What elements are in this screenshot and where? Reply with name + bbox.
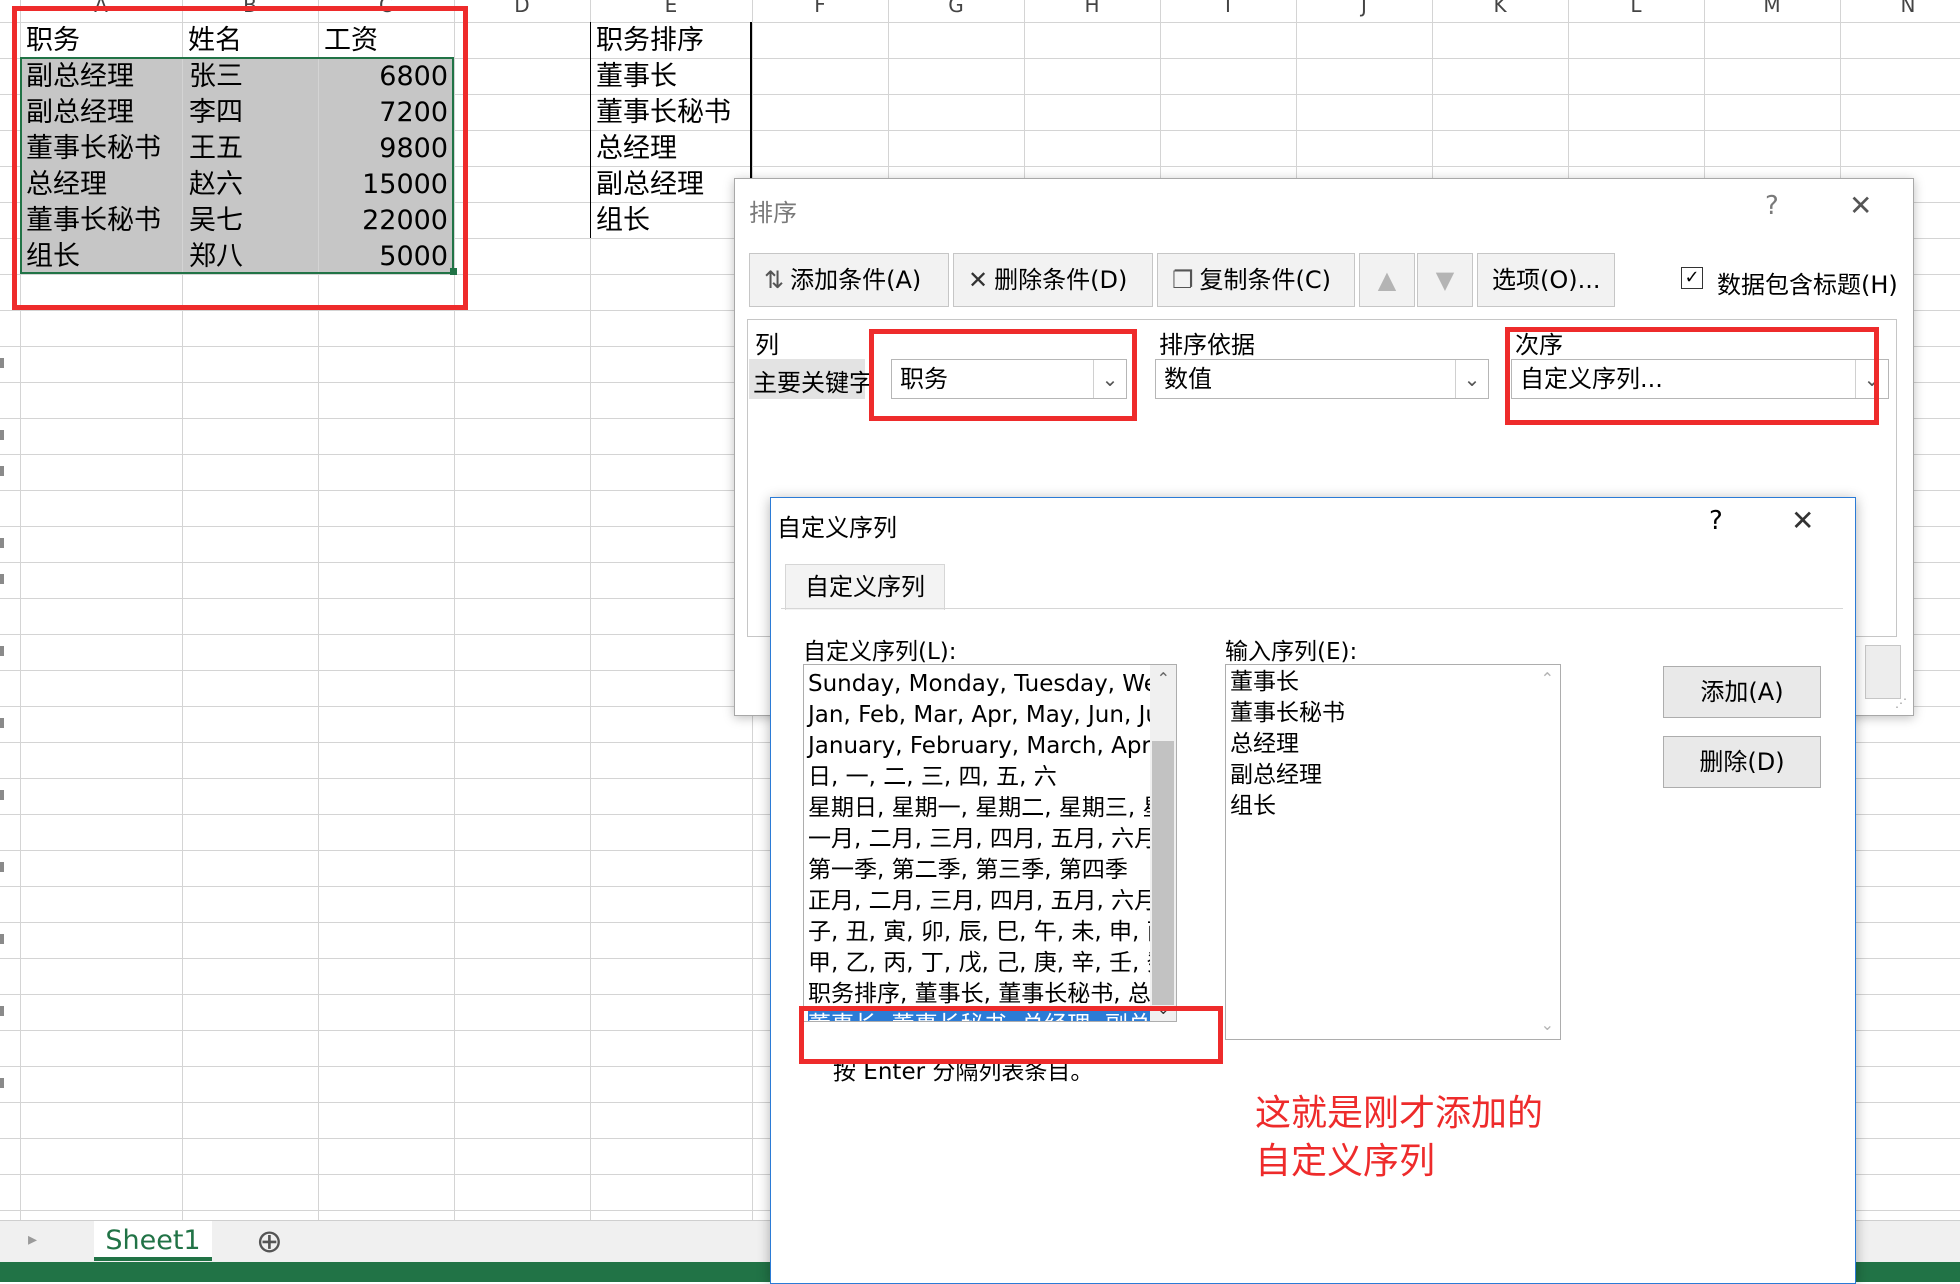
row-header-mark — [0, 358, 4, 368]
list-item[interactable]: Sunday, Monday, Tuesday, Wed — [808, 669, 1172, 700]
col-header-d[interactable]: D — [454, 0, 590, 22]
sort-on-select[interactable]: 数值 ⌄ — [1155, 359, 1489, 399]
delete-x-icon: ✕ — [968, 266, 989, 294]
cell-e1[interactable]: 职务排序 — [590, 22, 752, 58]
entry-line: 组长 — [1230, 793, 1276, 819]
row-header-mark — [0, 718, 4, 728]
help-icon[interactable]: ? — [1709, 506, 1723, 536]
col-header-n[interactable]: N — [1840, 0, 1960, 22]
tab-custom-lists[interactable]: 自定义序列 — [785, 564, 945, 610]
row-header-mark — [0, 466, 4, 476]
custom-lists-label: 自定义序列(L): — [803, 639, 957, 665]
tab-divider — [781, 608, 1843, 609]
col-header-l[interactable]: L — [1568, 0, 1704, 22]
has-headers-label: 数据包含标题(H) — [1717, 271, 1898, 299]
list-item[interactable]: 一月, 二月, 三月, 四月, 五月, 六月, — [808, 824, 1164, 855]
row-header-mark — [0, 1006, 4, 1016]
entry-line: 董事长 — [1230, 669, 1299, 695]
row-header-mark — [0, 430, 4, 440]
annotation-line2: 自定义序列 — [1255, 1141, 1436, 1182]
add-button[interactable]: 添加(A) — [1663, 666, 1821, 718]
list-entries-textbox[interactable]: 董事长 董事长秘书 总经理 副总经理 组长 ⌃ ⌄ — [1225, 664, 1561, 1040]
chevron-down-icon: ⌄ — [1455, 360, 1488, 398]
col-header-e[interactable]: E — [590, 0, 752, 22]
scroll-up-icon[interactable]: ⌃ — [1157, 669, 1170, 688]
row-header-mark — [0, 934, 4, 944]
custom-lists-listbox[interactable]: Sunday, Monday, Tuesday, Wed Jan, Feb, M… — [803, 664, 1177, 1022]
row-header-mark — [0, 1078, 4, 1088]
col-header-g[interactable]: G — [888, 0, 1024, 22]
tab-scroll-left-icon[interactable]: ▸ — [28, 1229, 37, 1250]
delete-condition-label: 删除条件(D) — [994, 266, 1128, 294]
sheet-tab-sheet1[interactable]: Sheet1 — [94, 1221, 212, 1261]
close-icon[interactable]: ✕ — [1849, 189, 1872, 222]
delete-button[interactable]: 删除(D) — [1663, 736, 1821, 788]
col-header-m[interactable]: M — [1704, 0, 1840, 22]
primary-key-label: 主要关键字 — [753, 369, 873, 397]
highlight-box-new-list — [799, 1006, 1223, 1064]
help-icon[interactable]: ? — [1765, 191, 1779, 221]
add-condition-button[interactable]: ⇅ 添加条件(A) — [749, 253, 949, 307]
highlight-box-table — [12, 6, 468, 310]
list-item[interactable]: 甲, 乙, 丙, 丁, 戊, 己, 庚, 辛, 壬, 癸 — [808, 948, 1170, 979]
resize-grip-icon[interactable]: ⋰ — [1895, 697, 1907, 709]
list-item[interactable]: 子, 丑, 寅, 卯, 辰, 巳, 午, 未, 申, 酉, — [808, 917, 1176, 948]
options-button[interactable]: 选项(O)... — [1477, 253, 1615, 307]
cell-e2[interactable]: 董事长 — [590, 58, 752, 94]
lists-scrollbar-thumb[interactable] — [1152, 741, 1174, 1005]
list-entries-label: 输入序列(E): — [1225, 639, 1358, 665]
copy-icon: ❐ — [1172, 266, 1194, 294]
row-header-mark — [0, 538, 4, 548]
row-header-mark — [0, 574, 4, 584]
cell-e4[interactable]: 总经理 — [590, 130, 752, 166]
sort-on-header: 排序依据 — [1159, 331, 1255, 359]
custom-list-dialog: 自定义序列 ? ✕ 自定义序列 自定义序列(L): 输入序列(E): Sunda… — [770, 497, 1856, 1284]
scroll-up-icon[interactable]: ⌃ — [1541, 669, 1554, 688]
highlight-box-column — [869, 329, 1137, 421]
add-condition-label: 添加条件(A) — [790, 266, 922, 294]
col-header-j[interactable]: J — [1296, 0, 1432, 22]
cell-e6[interactable]: 组长 — [590, 202, 752, 238]
col-header-k[interactable]: K — [1432, 0, 1568, 22]
entry-line: 副总经理 — [1230, 762, 1322, 788]
annotation-line1: 这就是刚才添加的 — [1255, 1093, 1544, 1134]
custom-list-dialog-title: 自定义序列 — [777, 514, 897, 542]
ok-button-fragment[interactable] — [1865, 645, 1901, 699]
column-header: 列 — [755, 331, 779, 359]
move-down-button[interactable]: ▼ — [1417, 253, 1473, 307]
entry-line: 总经理 — [1230, 731, 1299, 757]
add-sheet-icon[interactable]: ⊕ — [256, 1223, 283, 1259]
add-sort-icon: ⇅ — [764, 266, 785, 294]
list-item[interactable]: January, February, March, April, — [808, 731, 1171, 762]
row-header-mark — [0, 862, 4, 872]
copy-condition-label: 复制条件(C) — [1199, 266, 1331, 294]
row-header-mark — [0, 790, 4, 800]
row-header-mark — [0, 646, 4, 656]
list-item[interactable]: Jan, Feb, Mar, Apr, May, Jun, Jul — [808, 700, 1166, 731]
list-item[interactable]: 星期日, 星期一, 星期二, 星期三, 星 — [808, 793, 1166, 824]
list-item[interactable]: 日, 一, 二, 三, 四, 五, 六 — [808, 762, 1057, 793]
list-item[interactable]: 正月, 二月, 三月, 四月, 五月, 六月, — [808, 886, 1164, 917]
cell-e5[interactable]: 副总经理 — [590, 166, 752, 202]
close-icon[interactable]: ✕ — [1791, 504, 1814, 537]
cell-e3[interactable]: 董事长秘书 — [590, 94, 752, 130]
list-item[interactable]: 第一季, 第二季, 第三季, 第四季 — [808, 855, 1128, 886]
scroll-down-icon[interactable]: ⌄ — [1541, 1015, 1554, 1034]
copy-condition-button[interactable]: ❐ 复制条件(C) — [1157, 253, 1355, 307]
col-header-f[interactable]: F — [752, 0, 888, 22]
highlight-box-order — [1505, 327, 1879, 425]
delete-condition-button[interactable]: ✕ 删除条件(D) — [953, 253, 1153, 307]
sort-on-select-value: 数值 — [1164, 365, 1212, 393]
entry-line: 董事长秘书 — [1230, 700, 1345, 726]
move-up-button[interactable]: ▲ — [1359, 253, 1415, 307]
col-header-h[interactable]: H — [1024, 0, 1160, 22]
sort-dialog-title: 排序 — [749, 199, 797, 227]
has-headers-checkbox[interactable]: ✓ — [1681, 267, 1703, 289]
col-header-i[interactable]: I — [1160, 0, 1296, 22]
